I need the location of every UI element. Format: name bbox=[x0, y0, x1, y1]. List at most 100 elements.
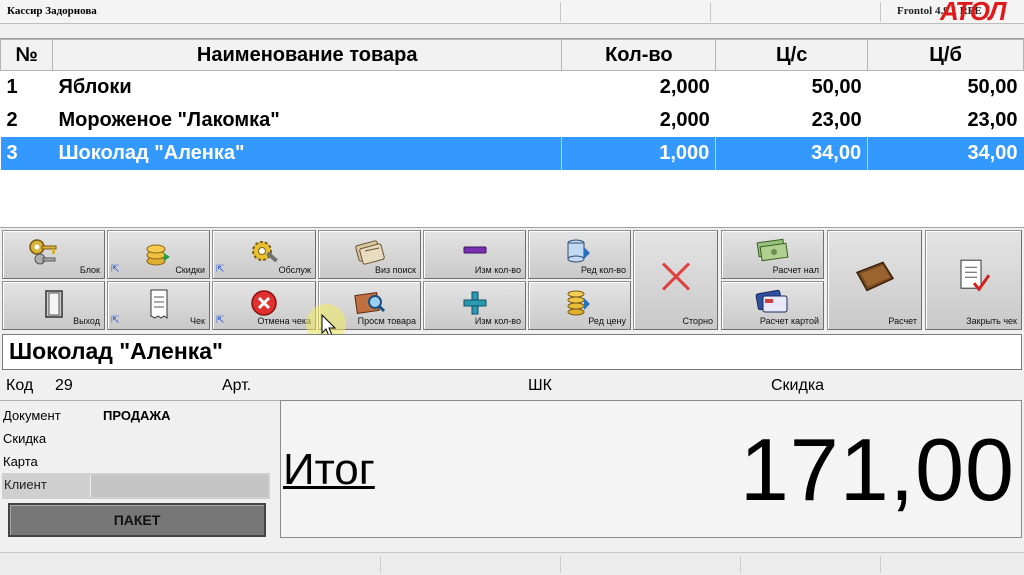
edit-price-button[interactable]: Ред цену bbox=[528, 281, 631, 330]
decrease-qty-button[interactable]: Изм кол-во bbox=[423, 230, 526, 279]
table-row-selected[interactable]: 3 Шоколад "Аленка" 1,000 34,00 34,00 bbox=[0, 136, 1024, 170]
row-qty: 2,000 bbox=[659, 108, 710, 131]
discount-label: Скидка bbox=[771, 377, 825, 394]
storno-button[interactable]: Сторно bbox=[633, 230, 718, 330]
increase-qty-button[interactable]: Изм кол-во bbox=[423, 281, 526, 330]
service-label: Обслуж bbox=[278, 265, 311, 275]
title-bar: Кассир Задорнова Frontol 4.9.1 RFE АТОЛ bbox=[0, 0, 1024, 26]
increase-qty-label: Изм кол-во bbox=[474, 316, 521, 326]
decrease-qty-label: Изм кол-во bbox=[474, 265, 521, 275]
column-header-price[interactable]: Ц/с bbox=[715, 39, 869, 71]
block-label: Блок bbox=[79, 265, 100, 275]
row-price: 34,00 bbox=[715, 136, 868, 170]
visual-search-button[interactable]: Виз поиск bbox=[318, 230, 421, 279]
close-check-label: Закрыть чек bbox=[966, 316, 1017, 326]
exit-button[interactable]: Выход bbox=[2, 281, 105, 330]
calc-card-label: Расчет картой bbox=[759, 316, 819, 326]
discounts-button[interactable]: ⇱ Скидки bbox=[107, 230, 210, 279]
db-edit-icon bbox=[567, 239, 590, 263]
client-row: Клиент bbox=[2, 473, 270, 499]
row-number: 1 bbox=[6, 75, 18, 98]
column-header-name[interactable]: Наименование товара bbox=[51, 39, 563, 71]
column-header-qty[interactable]: Кол-во bbox=[561, 39, 717, 71]
status-cell bbox=[740, 556, 741, 573]
row-price: 23,00 bbox=[811, 108, 862, 131]
minus-icon bbox=[463, 246, 486, 254]
status-cell bbox=[380, 556, 381, 573]
client-label: Клиент bbox=[4, 477, 47, 492]
row-name: Шоколад "Аленка" bbox=[52, 136, 562, 170]
client-field[interactable] bbox=[90, 475, 268, 497]
check-label: Чек bbox=[190, 316, 205, 326]
calc-button[interactable]: Расчет bbox=[827, 230, 922, 330]
document-type: ПРОДАЖА bbox=[103, 408, 171, 423]
edit-qty-button[interactable]: Ред кол-во bbox=[528, 230, 631, 279]
coins-icon bbox=[146, 244, 170, 266]
row-number: 3 bbox=[0, 136, 53, 170]
table-row[interactable]: 1 Яблоки 2,000 50,00 50,00 bbox=[1, 71, 1024, 104]
edit-price-label: Ред цену bbox=[588, 316, 626, 326]
row-name: Мороженое "Лакомка" bbox=[58, 108, 280, 131]
calc-label: Расчет bbox=[888, 316, 917, 326]
paket-button[interactable]: ПАКЕТ bbox=[8, 503, 266, 537]
edit-qty-label: Ред кол-во bbox=[581, 265, 626, 275]
table-row[interactable]: 2 Мороженое "Лакомка" 2,000 23,00 23,00 bbox=[1, 104, 1024, 137]
door-icon bbox=[44, 290, 63, 318]
row-sum: 23,00 bbox=[967, 108, 1018, 131]
current-product-name: Шоколад "Аленка" bbox=[2, 334, 1022, 370]
barcode-label: ШК bbox=[528, 377, 552, 394]
code-value: 29 bbox=[55, 377, 73, 394]
calc-cash-button[interactable]: Расчет нал bbox=[721, 230, 824, 279]
cash-icon bbox=[756, 238, 788, 262]
check-button[interactable]: ⇱ Чек bbox=[107, 281, 210, 330]
status-cell bbox=[880, 556, 881, 573]
discount-field-label: Скидка bbox=[3, 431, 47, 446]
keys-icon bbox=[29, 239, 57, 265]
discounts-label: Скидки bbox=[175, 265, 205, 275]
table-header: № Наименование товара Кол-во Ц/с Ц/б bbox=[0, 39, 1024, 71]
column-header-number[interactable]: № bbox=[0, 39, 53, 71]
receipt-icon bbox=[150, 289, 167, 319]
view-goods-label: Просм товара bbox=[357, 316, 416, 326]
goods-table: № Наименование товара Кол-во Ц/с Ц/б 1 Я… bbox=[0, 38, 1024, 228]
document-info-panel: Документ ПРОДАЖА Скидка Карта Клиент ПАК… bbox=[0, 400, 280, 540]
code-label: Код bbox=[6, 377, 34, 394]
status-bar bbox=[0, 552, 1024, 575]
shortcut-icon: ⇱ bbox=[111, 315, 120, 326]
status-cell bbox=[560, 556, 561, 573]
service-button[interactable]: ⇱ Обслуж bbox=[212, 230, 316, 279]
atol-logo: АТОЛ bbox=[940, 0, 1006, 26]
gear-wrench-icon bbox=[252, 241, 278, 263]
receipt-check-icon bbox=[960, 259, 990, 292]
calc-card-button[interactable]: Расчет картой bbox=[721, 281, 824, 330]
row-name: Яблоки bbox=[58, 75, 132, 98]
shortcut-icon: ⇱ bbox=[111, 264, 120, 275]
row-qty: 1,000 bbox=[561, 136, 716, 170]
article-label: Арт. bbox=[222, 377, 252, 394]
title-cell bbox=[710, 2, 880, 22]
exit-label: Выход bbox=[73, 316, 100, 326]
storno-x-icon bbox=[661, 262, 690, 291]
coin-stack-edit-icon bbox=[567, 290, 590, 316]
plus-icon bbox=[463, 291, 486, 315]
card-label: Карта bbox=[3, 454, 38, 469]
column-header-sum[interactable]: Ц/б bbox=[867, 39, 1024, 71]
visual-search-label: Виз поиск bbox=[374, 265, 416, 275]
catalog-icon bbox=[354, 240, 385, 265]
block-button[interactable]: Блок bbox=[2, 230, 105, 279]
close-check-button[interactable]: Закрыть чек bbox=[925, 230, 1022, 330]
total-panel: Итог 171,00 bbox=[280, 400, 1022, 538]
row-number: 2 bbox=[6, 108, 18, 131]
title-cell bbox=[560, 2, 710, 22]
row-qty: 2,000 bbox=[659, 75, 710, 98]
row-sum: 50,00 bbox=[967, 75, 1018, 98]
goods-search-icon bbox=[353, 291, 385, 315]
total-label: Итог bbox=[283, 445, 375, 494]
storno-label: Сторно bbox=[682, 316, 713, 326]
product-info-row: Код 29 Арт. ШК Скидка bbox=[0, 374, 1024, 398]
document-label: Документ bbox=[3, 408, 61, 423]
total-value: 171,00 bbox=[739, 420, 1015, 519]
wallet-icon bbox=[855, 261, 894, 292]
credit-card-icon bbox=[755, 289, 787, 313]
cashier-name: Кассир Задорнова bbox=[7, 5, 97, 17]
